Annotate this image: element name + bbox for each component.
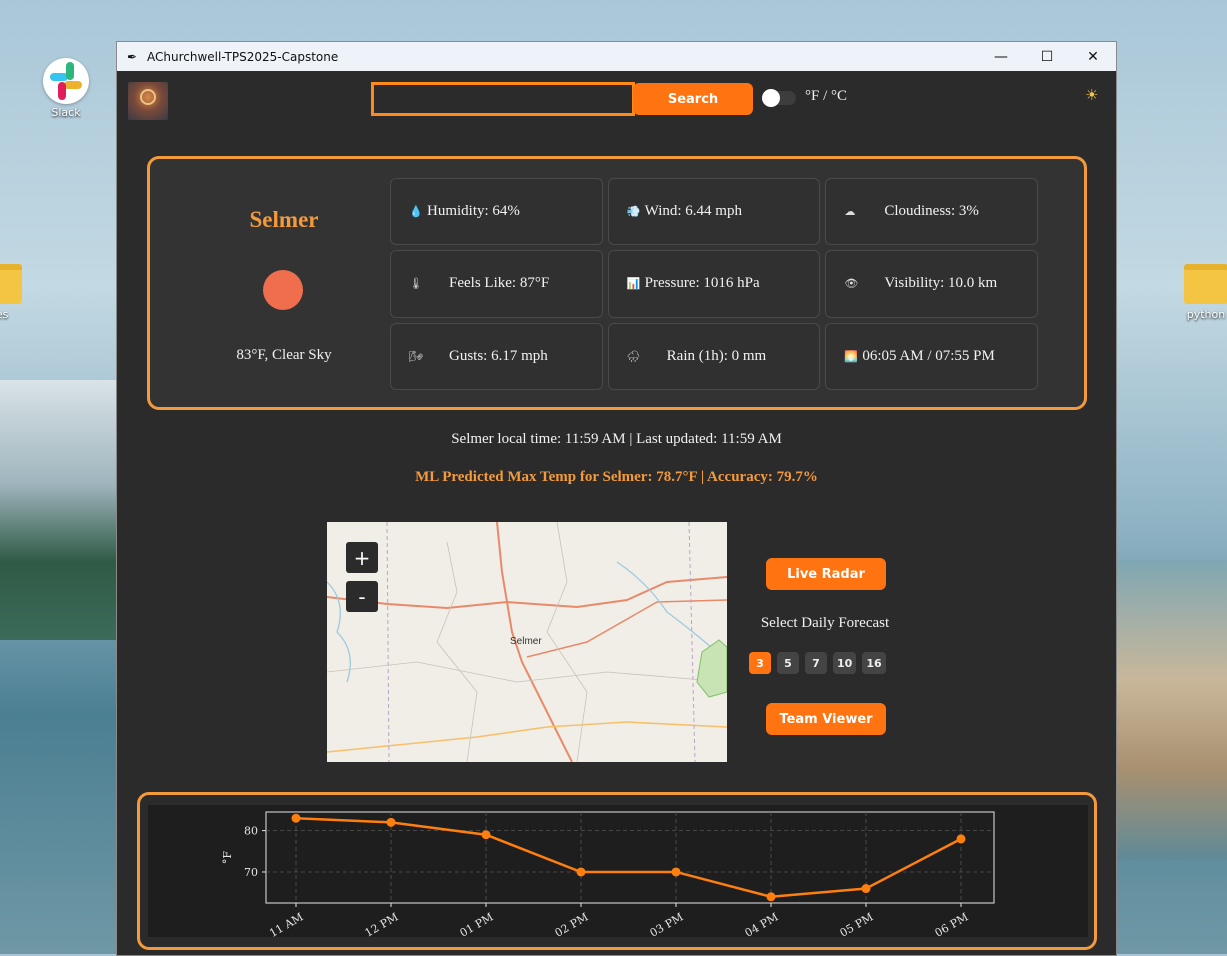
stat-label: Rain (1h): 0 mm [666,347,767,364]
unit-toggle-label: °F / °C [805,88,848,104]
temperature-point [766,892,776,902]
weather-map[interactable]: + - Selmer [327,522,727,762]
stat-tile: 💨 Wind: 6.44 mph [607,178,821,246]
temperature-point [481,830,491,840]
hourly-forecast-card: 70 80 °F 11 AM 12 PM 01 PM 02 PM 03 PM 04 PM 05 P… [137,792,1097,950]
y-tick-label: 70 [244,866,258,879]
eye-icon: 👁 [844,278,859,291]
x-tick-label: 04 PM [743,910,781,937]
hourly-temperature-chart: 70 80 °F 11 AM 12 PM 01 PM 02 PM 03 PM 04 PM 05 P… [221,811,995,940]
x-tick-label: 02 PM [553,910,591,937]
y-tick-label: 80 [244,825,258,838]
stat-label: Feels Like: 87°F [449,275,550,292]
x-tick-label: 01 PM [458,910,496,937]
wind-icon: 💨 [626,206,641,219]
x-tick-label: 11 AM [267,910,305,937]
desktop-wallpaper-right [1115,560,1227,860]
x-tick-label: 12 PM [363,910,401,937]
cloud-icon: ☁ [844,206,856,219]
temperature-point [671,867,681,877]
y-axis-label: °F [221,851,234,865]
stat-label: Gusts: 6.17 mph [449,347,548,364]
app-logo [128,82,168,120]
sunrise-icon: 🌅 [844,350,859,363]
map-zoom-out-button[interactable]: - [346,581,378,612]
title-bar: ✒ AChurchwell-TPS2025-Capstone — ☐ ✕ [117,42,1116,71]
minimize-button[interactable]: — [978,42,1024,71]
forecast-day-10[interactable]: 10 [833,652,857,674]
unit-toggle[interactable] [762,89,796,107]
folder-icon [1184,264,1227,304]
feather-icon: ✒ [127,49,138,64]
stat-tile: 📊 Pressure: 1016 hPa [607,250,821,318]
search-button[interactable]: Search [633,83,753,115]
desktop-shortcut-slack[interactable]: Slack [38,58,94,119]
desktop-wallpaper-left [0,380,120,640]
rain-icon: 🌧 [626,350,641,363]
stat-label: Cloudiness: 3% [884,203,979,220]
city-name: Selmer [249,207,319,232]
theme-toggle-icon[interactable]: ☀ [1085,86,1098,104]
thermometer-icon: 🌡 [409,278,423,291]
clear-sky-icon [263,270,303,310]
city-search-input[interactable] [371,82,635,116]
plot-area [265,811,995,904]
desktop-folder-label: python [1186,308,1226,321]
ml-prediction-line: ML Predicted Max Temp for Selmer: 78.7°F… [415,469,818,485]
stat-label: Wind: 6.44 mph [644,203,742,220]
slack-icon [43,58,89,104]
desktop-folder-left[interactable]: res [0,264,22,321]
temperature-point [386,817,396,827]
toggle-knob [762,89,780,107]
temperature-point [861,884,871,894]
gauge-icon: 📊 [626,278,641,291]
window-title: AChurchwell-TPS2025-Capstone [147,49,339,64]
forecast-day-7[interactable]: 7 [805,652,827,674]
map-place-label: Selmer [510,636,542,647]
team-viewer-button[interactable]: Team Viewer [766,703,886,735]
stat-label: Humidity: 64% [427,203,520,220]
temperature-point [576,867,586,877]
forecast-day-3[interactable]: 3 [749,652,771,674]
stat-tile: ☁ Cloudiness: 3% [825,178,1038,246]
stat-tile: 🌧 Rain (1h): 0 mm [607,322,821,390]
stat-label: Visibility: 10.0 km [884,275,998,292]
close-button[interactable]: ✕ [1070,42,1116,71]
droplet-icon: 💧 [409,206,423,219]
current-weather-card: Selmer 83°F, Clear Sky 💧 Humidity: 64% 💨 Wi… [147,156,1087,410]
local-time-line: Selmer local time: 11:59 AM | Last updat… [451,431,782,447]
forecast-day-selector: 3 5 7 10 16 [749,652,886,674]
toolbar: Search °F / °C ☀ [117,82,1116,122]
x-tick-label: 03 PM [648,910,686,937]
desktop-folder-python[interactable]: python [1180,264,1227,321]
x-tick-label: 06 PM [933,910,971,937]
current-conditions: 83°F, Clear Sky [236,347,332,363]
temperature-point [956,834,966,844]
desktop-folder-label: res [0,308,9,321]
hourly-chart: 70 80 °F 11 AM 12 PM 01 PM 02 PM 03 PM 04 PM 05 P… [148,805,1088,940]
stat-tile: 🌬 Gusts: 6.17 mph [390,322,603,390]
forecast-day-5[interactable]: 5 [777,652,799,674]
desktop-shortcut-label: Slack [51,106,81,119]
stat-tile: 🌅 06:05 AM / 07:55 PM [825,322,1038,390]
folder-icon [0,264,22,304]
stat-label: Pressure: 1016 hPa [644,275,760,292]
forecast-select-label: Select Daily Forecast [760,615,890,631]
stat-tile: 💧 Humidity: 64% [390,178,603,246]
stat-label: 06:05 AM / 07:55 PM [862,347,995,364]
maximize-button[interactable]: ☐ [1024,42,1070,71]
live-radar-button[interactable]: Live Radar [766,558,886,590]
temperature-point [291,813,301,823]
map-zoom-in-button[interactable]: + [346,542,378,573]
gust-icon: 🌬 [409,350,423,363]
forecast-day-16[interactable]: 16 [862,652,886,674]
stat-tile: 🌡 Feels Like: 87°F [390,250,603,318]
stats-grid: 💧 Humidity: 64% 💨 Wind: 6.44 mph ☁ Cloudiness… [390,178,1038,390]
app-window: ✒ AChurchwell-TPS2025-Capstone — ☐ ✕ Sea… [116,41,1117,956]
x-tick-label: 05 PM [838,910,876,937]
stat-tile: 👁 Visibility: 10.0 km [825,250,1038,318]
